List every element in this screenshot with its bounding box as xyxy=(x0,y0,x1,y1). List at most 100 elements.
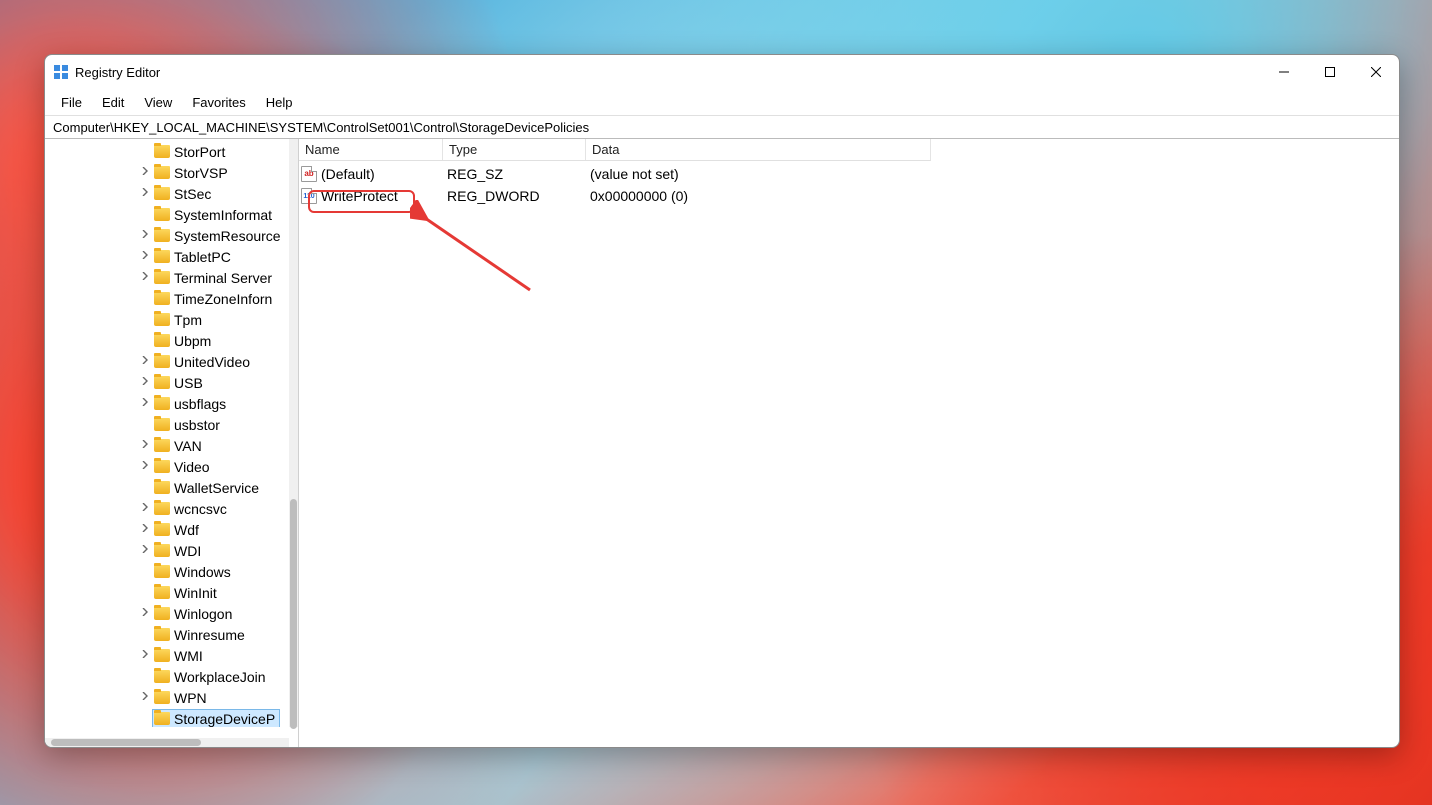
tree-item-usb[interactable]: USB xyxy=(45,372,289,393)
tree-item-label: SystemInformat xyxy=(174,207,272,223)
expander-icon[interactable] xyxy=(139,650,151,662)
tree-item-wdf[interactable]: Wdf xyxy=(45,519,289,540)
scrollbar-thumb[interactable] xyxy=(51,739,201,746)
maximize-button[interactable] xyxy=(1307,55,1353,89)
tree-item-label: WalletService xyxy=(174,480,259,496)
expander-icon[interactable] xyxy=(139,272,151,284)
expander-icon[interactable] xyxy=(139,356,151,368)
window-controls xyxy=(1261,55,1399,89)
tree-item-label: usbflags xyxy=(174,396,226,412)
folder-icon xyxy=(154,544,170,557)
expander-icon[interactable] xyxy=(139,440,151,452)
scrollbar-thumb[interactable] xyxy=(290,499,297,729)
tree-item-video[interactable]: Video xyxy=(45,456,289,477)
expander-icon[interactable] xyxy=(139,188,151,200)
tree-item-label: TabletPC xyxy=(174,249,231,265)
tree-item-storagedevicep[interactable]: StorageDeviceP xyxy=(45,708,289,727)
tree-item-label: UnitedVideo xyxy=(174,354,250,370)
tree-item-usbflags[interactable]: usbflags xyxy=(45,393,289,414)
tree-item-workplacejoin[interactable]: WorkplaceJoin xyxy=(45,666,289,687)
tree-item-wmi[interactable]: WMI xyxy=(45,645,289,666)
folder-icon xyxy=(154,712,170,725)
folder-icon xyxy=(154,229,170,242)
tree-item-label: StorPort xyxy=(174,144,225,160)
tree-item-winresume[interactable]: Winresume xyxy=(45,624,289,645)
value-row[interactable]: 110WriteProtectREG_DWORD0x00000000 (0) xyxy=(299,185,1399,207)
window-title: Registry Editor xyxy=(75,65,160,80)
tree-horizontal-scrollbar[interactable] xyxy=(45,738,289,747)
tree-item-unitedvideo[interactable]: UnitedVideo xyxy=(45,351,289,372)
tree-item-winlogon[interactable]: Winlogon xyxy=(45,603,289,624)
expander-icon[interactable] xyxy=(139,230,151,242)
folder-icon xyxy=(154,271,170,284)
values-list[interactable]: ab(Default)REG_SZ(value not set)110Write… xyxy=(299,161,1399,207)
tree-item-usbstor[interactable]: usbstor xyxy=(45,414,289,435)
expander-icon[interactable] xyxy=(139,503,151,515)
columns-header: Name Type Data xyxy=(299,139,931,161)
tree-item-tabletpc[interactable]: TabletPC xyxy=(45,246,289,267)
column-header-name[interactable]: Name xyxy=(299,139,443,160)
expander-icon[interactable] xyxy=(139,251,151,263)
tree-item-wpn[interactable]: WPN xyxy=(45,687,289,708)
tree-item-terminal-server[interactable]: Terminal Server xyxy=(45,267,289,288)
close-button[interactable] xyxy=(1353,55,1399,89)
tree-item-timezoneinforn[interactable]: TimeZoneInforn xyxy=(45,288,289,309)
column-header-data[interactable]: Data xyxy=(586,139,930,160)
folder-icon xyxy=(154,418,170,431)
tree-item-label: USB xyxy=(174,375,203,391)
tree-item-label: SystemResource xyxy=(174,228,281,244)
tree-item-ubpm[interactable]: Ubpm xyxy=(45,330,289,351)
tree-item-storport[interactable]: StorPort xyxy=(45,141,289,162)
tree-item-van[interactable]: VAN xyxy=(45,435,289,456)
title-bar[interactable]: Registry Editor xyxy=(45,55,1399,89)
folder-icon xyxy=(154,670,170,683)
folder-icon xyxy=(154,607,170,620)
folder-icon xyxy=(154,397,170,410)
tree-item-label: WPN xyxy=(174,690,207,706)
address-text: Computer\HKEY_LOCAL_MACHINE\SYSTEM\Contr… xyxy=(53,120,589,135)
tree-item-walletservice[interactable]: WalletService xyxy=(45,477,289,498)
expander-icon[interactable] xyxy=(139,545,151,557)
column-header-type[interactable]: Type xyxy=(443,139,586,160)
folder-icon xyxy=(154,376,170,389)
tree-item-stsec[interactable]: StSec xyxy=(45,183,289,204)
value-type: REG_SZ xyxy=(443,166,586,182)
app-icon xyxy=(53,64,69,80)
minimize-button[interactable] xyxy=(1261,55,1307,89)
expander-icon[interactable] xyxy=(139,398,151,410)
menu-help[interactable]: Help xyxy=(256,93,303,112)
value-row[interactable]: ab(Default)REG_SZ(value not set) xyxy=(299,163,1399,185)
tree-scroll[interactable]: StorPort StorVSPStSec SystemInformat System… xyxy=(45,139,289,727)
value-type: REG_DWORD xyxy=(443,188,586,204)
expander-icon[interactable] xyxy=(139,608,151,620)
folder-icon xyxy=(154,355,170,368)
tree-item-wininit[interactable]: WinInit xyxy=(45,582,289,603)
regsz-icon: ab xyxy=(301,166,317,182)
tree-item-tpm[interactable]: Tpm xyxy=(45,309,289,330)
tree-item-label: TimeZoneInforn xyxy=(174,291,272,307)
menu-view[interactable]: View xyxy=(134,93,182,112)
tree-item-systeminformat[interactable]: SystemInformat xyxy=(45,204,289,225)
expander-icon[interactable] xyxy=(139,524,151,536)
folder-icon xyxy=(154,523,170,536)
expander-icon[interactable] xyxy=(139,167,151,179)
tree-item-storvsp[interactable]: StorVSP xyxy=(45,162,289,183)
folder-icon xyxy=(154,187,170,200)
tree-item-wdi[interactable]: WDI xyxy=(45,540,289,561)
folder-icon xyxy=(154,565,170,578)
expander-icon[interactable] xyxy=(139,692,151,704)
address-bar[interactable]: Computer\HKEY_LOCAL_MACHINE\SYSTEM\Contr… xyxy=(45,115,1399,139)
menu-edit[interactable]: Edit xyxy=(92,93,134,112)
tree-item-systemresource[interactable]: SystemResource xyxy=(45,225,289,246)
tree-item-wcncsvc[interactable]: wcncsvc xyxy=(45,498,289,519)
content-area: StorPort StorVSPStSec SystemInformat System… xyxy=(45,139,1399,747)
tree-vertical-scrollbar[interactable] xyxy=(289,139,298,727)
menu-favorites[interactable]: Favorites xyxy=(182,93,255,112)
expander-icon[interactable] xyxy=(139,377,151,389)
expander-icon[interactable] xyxy=(139,461,151,473)
tree-panel: StorPort StorVSPStSec SystemInformat System… xyxy=(45,139,299,747)
menu-file[interactable]: File xyxy=(51,93,92,112)
folder-icon xyxy=(154,649,170,662)
tree-item-windows[interactable]: Windows xyxy=(45,561,289,582)
tree-item-label: Winlogon xyxy=(174,606,232,622)
